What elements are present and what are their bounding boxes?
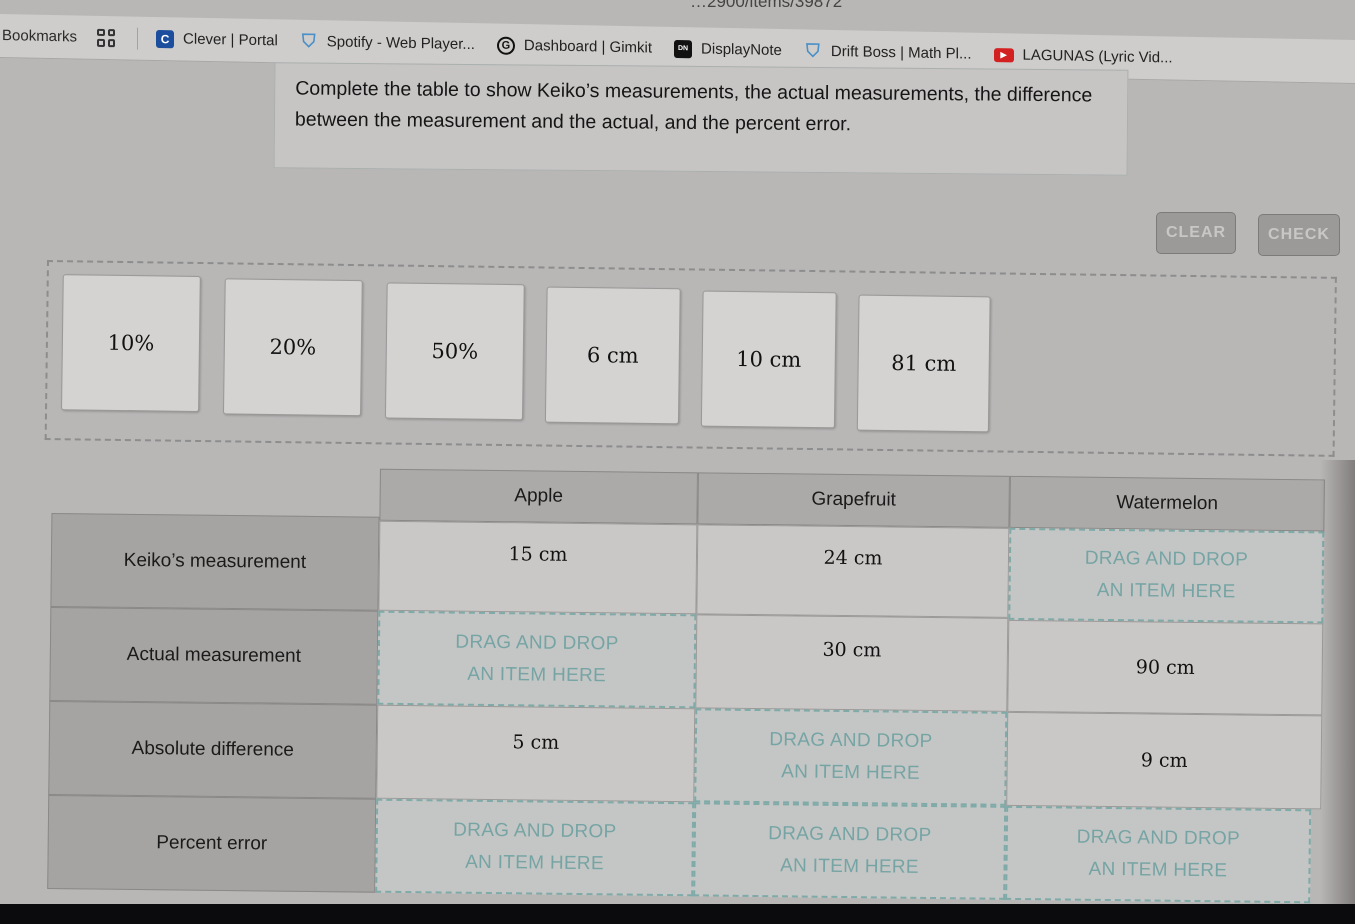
drop-zone[interactable]: DRAG AND DROP AN ITEM HERE	[694, 708, 1008, 806]
drop-placeholder-line2: AN ITEM HERE	[467, 663, 607, 687]
measurement-table: Apple Grapefruit Watermelon Keiko’s meas…	[47, 465, 1327, 909]
table-cell-value: 15 cm	[378, 520, 698, 615]
bookmark-label: Spotify - Web Player...	[326, 33, 475, 54]
drop-placeholder-line2: AN ITEM HERE	[780, 855, 919, 878]
drop-placeholder-line2: AN ITEM HERE	[1096, 579, 1236, 603]
clear-button[interactable]: CLEAR	[1156, 212, 1236, 254]
check-button[interactable]: CHECK	[1258, 214, 1340, 256]
table-cell-value: 5 cm	[376, 704, 696, 803]
drop-zone[interactable]: DRAG AND DROP AN ITEM HERE	[1008, 527, 1325, 624]
bookmarks-label[interactable]: Bookmarks	[2, 27, 77, 45]
column-header-grapefruit: Grapefruit	[697, 472, 1010, 528]
answer-tile[interactable]: 10 cm	[700, 290, 837, 429]
bookmark-label: DisplayNote	[701, 40, 782, 60]
drop-placeholder-line1: DRAG AND DROP	[769, 729, 933, 753]
answer-tile[interactable]: 50%	[384, 282, 525, 421]
column-header-apple: Apple	[379, 468, 698, 525]
displaynote-icon: DN	[674, 39, 693, 58]
monitor-bezel	[0, 904, 1355, 924]
shield-logo-icon: ⛉	[806, 40, 820, 61]
drop-placeholder-line2: AN ITEM HERE	[1088, 858, 1228, 882]
bookmark-drift-boss[interactable]: ⛉ Drift Boss | Math Pl...	[804, 40, 972, 63]
bookmark-spotify[interactable]: ⛉ Spotify - Web Player...	[300, 30, 475, 54]
row-label-percent-error: Percent error	[47, 794, 377, 893]
answer-tile[interactable]: 10%	[61, 274, 201, 413]
table-cell-value: 9 cm	[1006, 711, 1323, 810]
apps-grid-icon[interactable]	[97, 28, 116, 47]
row-label-keiko: Keiko’s measurement	[50, 512, 380, 611]
row-label-actual: Actual measurement	[49, 606, 379, 705]
gimkit-icon: G	[496, 36, 515, 55]
table-cell-value: 30 cm	[695, 614, 1009, 712]
answer-tile[interactable]: 81 cm	[856, 294, 991, 433]
column-header-watermelon: Watermelon	[1009, 475, 1325, 532]
bookmark-gimkit[interactable]: G Dashboard | Gimkit	[496, 36, 653, 57]
answer-tile[interactable]: 6 cm	[544, 286, 681, 425]
drop-zone[interactable]: DRAG AND DROP AN ITEM HERE	[693, 802, 1007, 900]
table-cell-value: 90 cm	[1007, 619, 1324, 716]
bookmark-clever[interactable]: C Clever | Portal	[156, 29, 278, 49]
drop-zone[interactable]: DRAG AND DROP AN ITEM HERE	[375, 798, 695, 897]
row-label-absolute-difference: Absolute difference	[48, 700, 378, 799]
drop-placeholder-line1: DRAG AND DROP	[1084, 547, 1249, 571]
youtube-icon: ▶	[993, 47, 1014, 62]
drop-placeholder-line1: DRAG AND DROP	[768, 823, 932, 847]
bookmark-lagunas[interactable]: ▶ LAGUNAS (Lyric Vid...	[993, 46, 1173, 67]
drop-placeholder-line1: DRAG AND DROP	[455, 631, 619, 655]
clever-icon: C	[156, 29, 175, 48]
bookmarks-divider	[137, 27, 139, 50]
drop-placeholder-line2: AN ITEM HERE	[781, 761, 921, 784]
bookmark-label: LAGUNAS (Lyric Vid...	[1022, 46, 1173, 67]
drop-placeholder-line1: DRAG AND DROP	[453, 819, 617, 843]
table-cell-value: 24 cm	[696, 524, 1010, 618]
answer-tile[interactable]: 20%	[222, 278, 363, 417]
shield-logo-icon: ⛉	[302, 30, 316, 52]
drop-zone[interactable]: DRAG AND DROP AN ITEM HERE	[1005, 805, 1312, 904]
question-instructions: Complete the table to show Keiko’s measu…	[273, 62, 1129, 176]
bookmark-displaynote[interactable]: DN DisplayNote	[674, 39, 782, 59]
drop-placeholder-line1: DRAG AND DROP	[1076, 826, 1241, 850]
drop-placeholder-line2: AN ITEM HERE	[465, 851, 604, 875]
bookmark-label: Drift Boss | Math Pl...	[830, 42, 972, 63]
drop-zone[interactable]: DRAG AND DROP AN ITEM HERE	[377, 610, 697, 709]
answer-tile-tray[interactable]: 10% 20% 50% 6 cm 10 cm 81 cm	[44, 260, 1337, 457]
screen-shading	[1320, 460, 1355, 905]
bookmark-label: Dashboard | Gimkit	[523, 37, 653, 57]
bookmark-label: Clever | Portal	[183, 30, 278, 50]
address-bar-url[interactable]: …2900/items/39872	[690, 0, 842, 12]
